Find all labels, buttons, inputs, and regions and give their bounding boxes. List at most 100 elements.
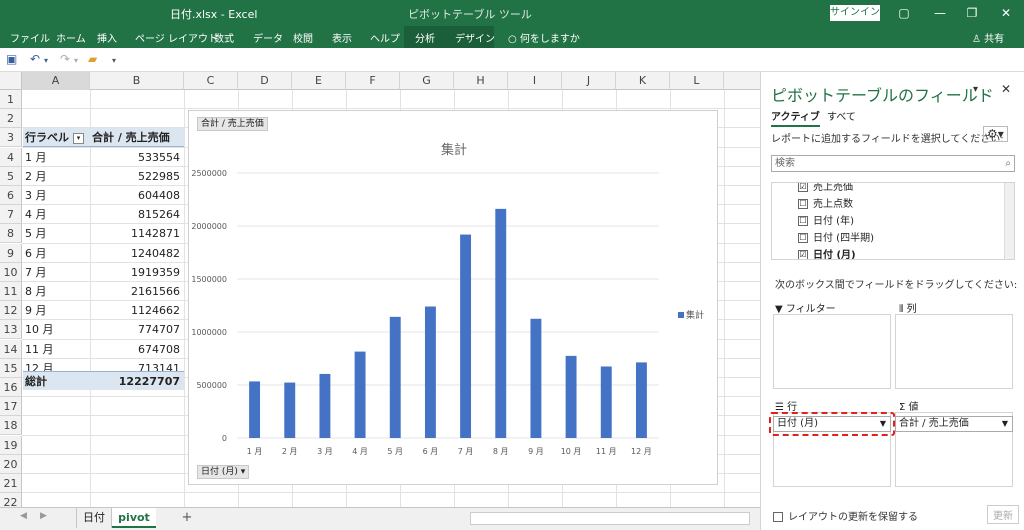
ribbon-display-icon[interactable]: ▢ <box>894 4 914 22</box>
share-button[interactable]: ♙ 共有 <box>972 30 1004 45</box>
pivot-total-label[interactable]: 総計 <box>23 371 90 390</box>
field-search-input[interactable]: 検索 ⌕ <box>771 155 1015 172</box>
pivot-row-label[interactable]: 2 月 <box>23 167 90 186</box>
pivot-chart[interactable]: 合計 / 売上売価 日付 (月) ▾ 集計 0 500000 1000000 1500… <box>188 110 718 485</box>
pivot-row-value[interactable]: 1919359 <box>90 263 184 282</box>
row-header[interactable]: 8 <box>0 224 22 244</box>
row-header[interactable]: 14 <box>0 339 22 359</box>
save-icon[interactable]: ▣ <box>6 52 17 66</box>
row-header[interactable]: 18 <box>0 416 22 436</box>
bar[interactable] <box>600 366 612 438</box>
signin-button[interactable]: サインイン <box>830 5 880 21</box>
tab-review[interactable]: 校閲 <box>293 30 313 45</box>
next-sheet-icon[interactable]: ▶ <box>40 511 47 521</box>
column-header-g[interactable]: G <box>400 72 454 90</box>
field-item[interactable]: ☑ 日付 (月) <box>798 246 856 259</box>
field-checkbox[interactable]: ☐ <box>798 233 808 243</box>
pivot-row-value[interactable]: 1142871 <box>90 224 184 243</box>
open-folder-icon[interactable]: ▰ <box>88 52 97 66</box>
tab-data[interactable]: データ <box>253 30 283 45</box>
pivot-row-value[interactable]: 2161566 <box>90 282 184 301</box>
pivot-row-value[interactable]: 1240482 <box>90 244 184 263</box>
values-field-item[interactable]: 合計 / 売上売価 ▼ <box>895 416 1013 432</box>
pivot-row-value[interactable]: 674708 <box>90 340 184 359</box>
pivot-row-label[interactable]: 10 月 <box>23 320 90 339</box>
row-header[interactable]: 20 <box>0 454 22 474</box>
row-header[interactable]: 17 <box>0 397 22 417</box>
field-checkbox[interactable]: ☑ <box>798 183 808 192</box>
pivot-row-label-header[interactable]: 行ラベル ▾ <box>23 128 90 147</box>
row-header[interactable]: 3 <box>0 128 22 148</box>
row-header[interactable]: 22 <box>0 493 22 507</box>
row-header[interactable]: 13 <box>0 320 22 340</box>
defer-update-checkbox[interactable]: レイアウトの更新を保留する <box>773 508 918 523</box>
row-header[interactable]: 16 <box>0 378 22 397</box>
field-checkbox[interactable]: ☑ <box>798 250 808 259</box>
field-item[interactable]: ☐ 日付 (年) <box>798 212 854 227</box>
pivot-row-value[interactable]: 1124662 <box>90 301 184 320</box>
pivot-row-value[interactable]: 774707 <box>90 320 184 339</box>
row-header[interactable]: 7 <box>0 205 22 225</box>
redo-dropdown-icon[interactable]: ▾ <box>74 56 78 65</box>
tab-view[interactable]: 表示 <box>332 30 352 45</box>
row-header[interactable]: 21 <box>0 474 22 493</box>
bar[interactable] <box>249 381 261 438</box>
column-header-k[interactable]: K <box>616 72 670 90</box>
tab-home[interactable]: ホーム <box>56 30 86 45</box>
close-button[interactable]: ✕ <box>996 4 1016 22</box>
pivot-row-label[interactable]: 9 月 <box>23 301 90 320</box>
field-list-scrollbar[interactable] <box>1004 183 1014 259</box>
pane-options-dropdown-icon[interactable]: ▾ <box>973 84 978 95</box>
bar[interactable] <box>424 306 436 438</box>
pivot-row-label[interactable]: 5 月 <box>23 224 90 243</box>
chevron-down-icon[interactable]: ▼ <box>1002 417 1008 431</box>
pivot-row-label[interactable]: 1 月 <box>23 148 90 167</box>
minimize-button[interactable]: — <box>930 4 950 22</box>
bar[interactable] <box>635 362 647 438</box>
redo-icon[interactable]: ↷ <box>60 52 70 66</box>
pivot-row-label[interactable]: 8 月 <box>23 282 90 301</box>
column-header-b[interactable]: B <box>90 72 184 90</box>
bar[interactable] <box>319 373 331 438</box>
row-header[interactable]: 15 <box>0 358 22 378</box>
columns-area[interactable] <box>895 314 1013 389</box>
row-header[interactable]: 2 <box>0 109 22 129</box>
bar[interactable] <box>460 234 472 438</box>
field-checkbox[interactable]: ☐ <box>798 199 808 209</box>
row-header[interactable]: 19 <box>0 435 22 455</box>
sheet-tab-date[interactable]: 日付 <box>76 508 112 528</box>
tab-file[interactable]: ファイル <box>10 30 50 45</box>
column-header-h[interactable]: H <box>454 72 508 90</box>
maximize-button[interactable]: ❐ <box>962 4 982 22</box>
row-header[interactable]: 6 <box>0 186 22 205</box>
tab-page-layout[interactable]: ページ レイアウト <box>135 30 218 45</box>
customize-qat-icon[interactable]: ▾ <box>112 56 116 65</box>
undo-icon[interactable]: ↶ <box>30 52 40 66</box>
bar[interactable] <box>389 316 401 438</box>
filter-dropdown-icon[interactable]: ▾ <box>73 132 84 144</box>
select-all-corner[interactable] <box>0 72 22 90</box>
bar[interactable] <box>284 382 296 438</box>
column-header-e[interactable]: E <box>292 72 346 90</box>
pivot-row-label[interactable]: 7 月 <box>23 263 90 282</box>
column-header-c[interactable]: C <box>184 72 238 90</box>
field-item[interactable]: ☐ 売上点数 <box>798 195 853 210</box>
tab-active-fields[interactable]: アクティブ <box>771 108 820 127</box>
row-header[interactable]: 10 <box>0 262 22 282</box>
field-item[interactable]: ☑ 売上売価 <box>798 183 853 193</box>
prev-sheet-icon[interactable]: ◀ <box>20 511 27 521</box>
update-button[interactable]: 更新 <box>987 505 1019 524</box>
pane-close-icon[interactable]: ✕ <box>1001 82 1011 96</box>
defer-checkbox-box[interactable] <box>773 512 783 522</box>
row-header[interactable]: 4 <box>0 147 22 167</box>
tab-all-fields[interactable]: すべて <box>827 108 856 123</box>
pivot-row-label[interactable]: 11 月 <box>23 340 90 359</box>
row-header[interactable]: 5 <box>0 166 22 186</box>
field-item[interactable]: ☐ 日付 (四半期) <box>798 229 874 244</box>
tab-design[interactable]: デザイン <box>455 30 495 45</box>
filter-area[interactable] <box>773 314 891 389</box>
pivot-row-value[interactable]: 533554 <box>90 148 184 167</box>
row-header[interactable]: 12 <box>0 301 22 321</box>
field-checkbox[interactable]: ☐ <box>798 216 808 226</box>
tab-analyze[interactable]: 分析 <box>415 30 435 45</box>
